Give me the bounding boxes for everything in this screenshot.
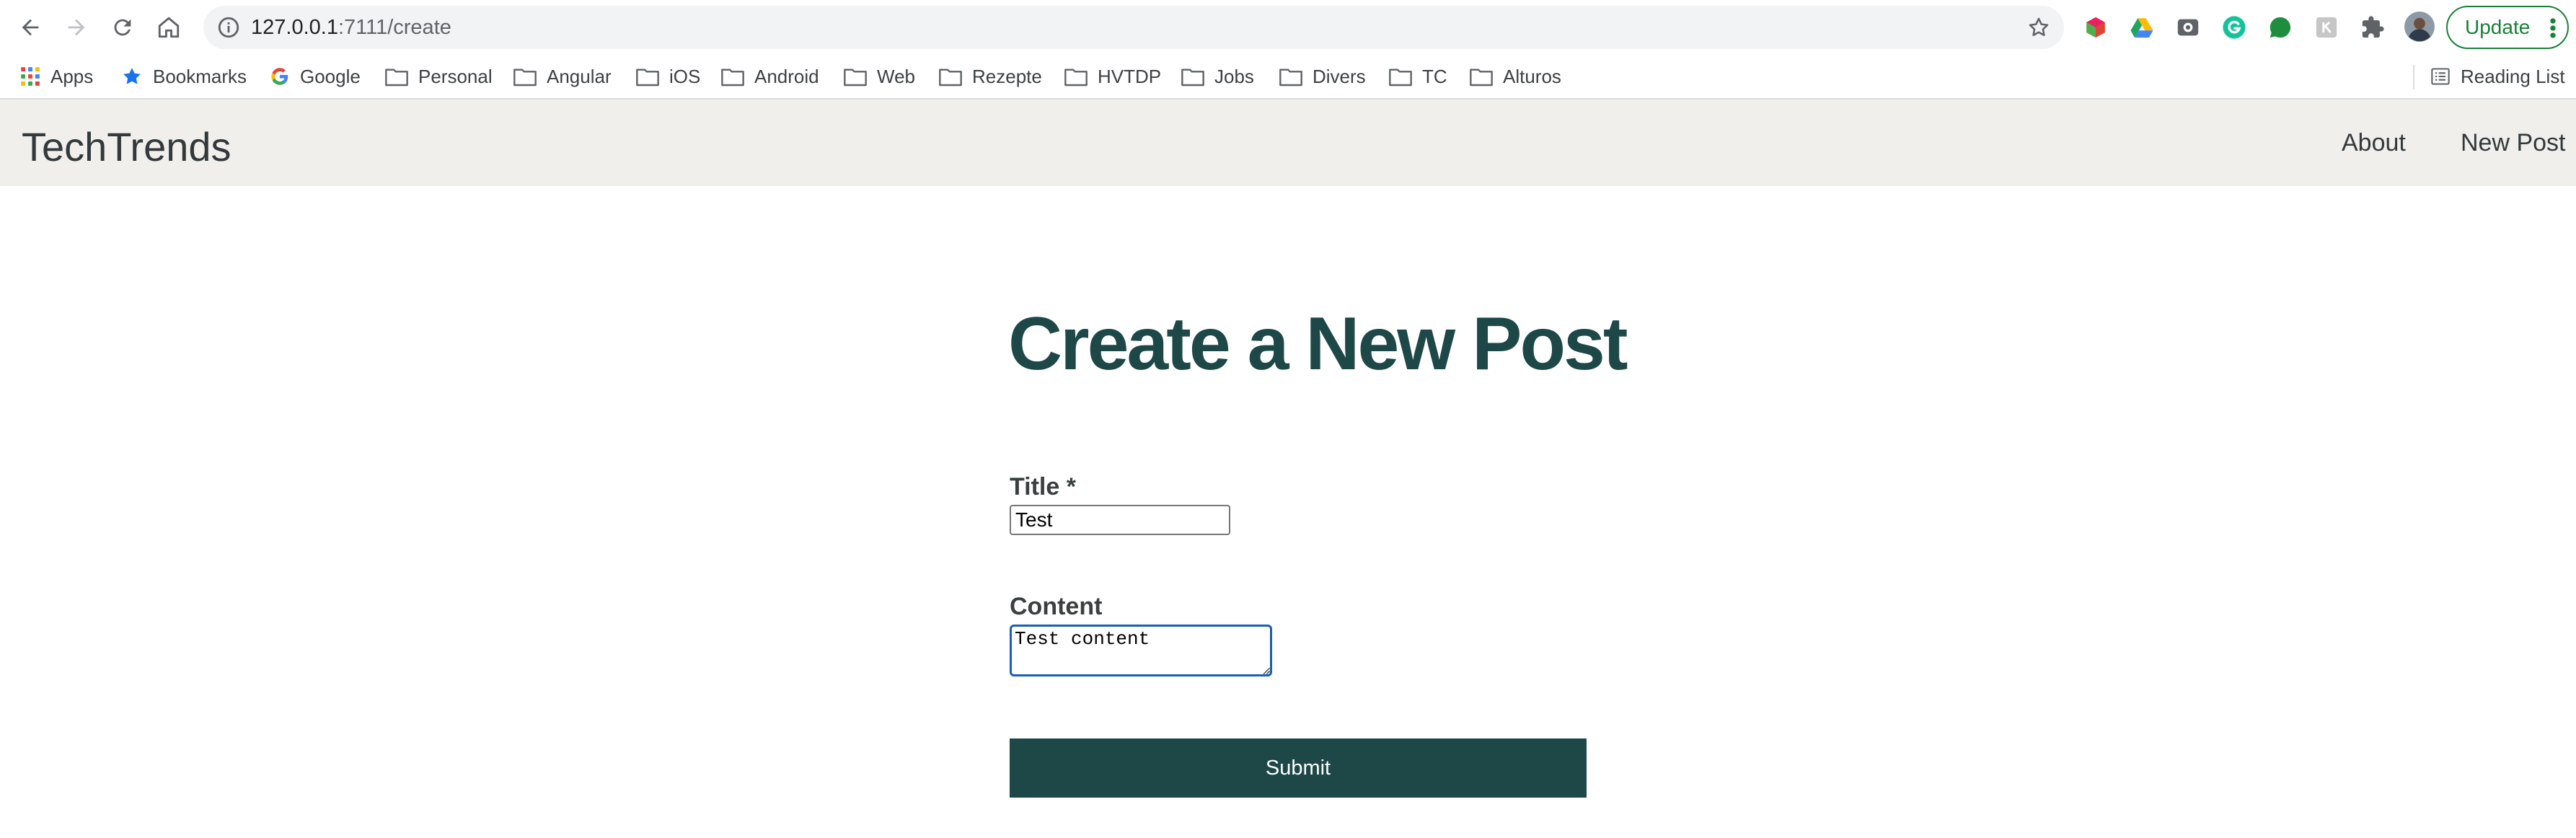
extensions-puzzle-icon[interactable] xyxy=(2360,14,2386,40)
folder-icon xyxy=(513,69,537,87)
bookmark-folder-personal[interactable]: Personal xyxy=(385,62,493,91)
info-icon[interactable] xyxy=(216,15,241,40)
address-url[interactable]: 127.0.0.1:7111/create xyxy=(251,6,451,49)
bookmark-label: Google xyxy=(300,65,361,87)
folder-icon xyxy=(1181,69,1204,87)
folder-icon xyxy=(721,69,744,87)
address-bar[interactable]: 127.0.0.1:7111/create xyxy=(203,6,2064,49)
home-icon xyxy=(158,17,180,38)
arrow-left-icon xyxy=(22,19,39,36)
google-icon xyxy=(271,68,288,85)
url-path: :7111/create xyxy=(338,16,451,39)
arrow-right-icon xyxy=(68,19,85,36)
bookmark-folder-web[interactable]: Web xyxy=(844,62,915,91)
bookmark-folder-hvtdp[interactable]: HVTDP xyxy=(1064,62,1161,91)
folder-icon xyxy=(1470,69,1493,87)
bookmark-star-icon[interactable] xyxy=(2026,15,2051,40)
browser-toolbar: 127.0.0.1:7111/create Update xyxy=(0,0,2576,55)
more-vertical-icon xyxy=(2550,18,2556,38)
apps-grid-icon xyxy=(21,67,40,86)
bookmark-bookmarks[interactable]: Bookmarks xyxy=(121,62,247,91)
content-textarea[interactable]: Test content xyxy=(1010,625,1272,676)
screen-capture-extension-icon[interactable] xyxy=(2175,14,2201,40)
bookmark-label: Alturos xyxy=(1503,65,1561,87)
resize-handle-icon[interactable] xyxy=(1261,665,1271,675)
bookmark-folder-tc[interactable]: TC xyxy=(1389,62,1447,91)
content-label: Content xyxy=(1010,593,1103,620)
bookmark-folder-alturos[interactable]: Alturos xyxy=(1470,62,1561,91)
google-drive-icon[interactable] xyxy=(2129,14,2155,40)
bookmark-label: Android xyxy=(754,65,819,87)
extension-cube-icon[interactable] xyxy=(2083,14,2109,40)
bookmark-label: Jobs xyxy=(1214,65,1254,87)
folder-icon xyxy=(844,69,867,87)
bookmark-folder-rezepte[interactable]: Rezepte xyxy=(939,62,1042,91)
back-button[interactable] xyxy=(13,10,48,45)
bookmark-label: Apps xyxy=(50,65,94,87)
bookmark-label: Personal xyxy=(418,65,493,87)
folder-icon xyxy=(939,69,962,87)
reading-list-button[interactable]: Reading List xyxy=(2430,62,2565,91)
reload-button[interactable] xyxy=(105,10,140,45)
reload-icon xyxy=(114,19,131,36)
bookmark-label: TC xyxy=(1422,65,1447,87)
home-button[interactable] xyxy=(151,10,186,45)
bookmark-folder-jobs[interactable]: Jobs xyxy=(1181,62,1254,91)
update-button[interactable]: Update xyxy=(2446,6,2569,49)
bookmark-apps[interactable]: Apps xyxy=(20,62,93,91)
url-host: 127.0.0.1 xyxy=(251,16,338,39)
bookmark-label: Divers xyxy=(1313,65,1366,87)
bookmark-label: Web xyxy=(877,65,915,87)
bookmark-label: Angular xyxy=(547,65,612,87)
bookmark-label: Bookmarks xyxy=(153,65,247,87)
site-navbar: TechTrends About New Post xyxy=(0,100,2576,186)
nav-about-link[interactable]: About xyxy=(2342,100,2406,186)
bookmark-folder-ios[interactable]: iOS xyxy=(636,62,700,91)
bookmark-label: Rezepte xyxy=(972,65,1042,87)
bookmark-folder-android[interactable]: Android xyxy=(721,62,819,91)
update-button-label: Update xyxy=(2465,16,2531,38)
bookmarks-divider xyxy=(2413,65,2414,89)
bookmark-folder-angular[interactable]: Angular xyxy=(513,62,612,91)
bookmarks-bar: Apps Bookmarks Google Personal Angular i… xyxy=(0,55,2576,100)
title-input[interactable] xyxy=(1010,505,1230,535)
submit-button[interactable]: Submit xyxy=(1010,738,1587,798)
chat-bubble-extension-icon[interactable] xyxy=(2267,14,2293,40)
bookmark-folder-divers[interactable]: Divers xyxy=(1279,62,1366,91)
folder-icon xyxy=(1279,69,1302,87)
title-label: Title * xyxy=(1010,473,1076,500)
forward-button[interactable] xyxy=(59,10,94,45)
folder-icon xyxy=(1389,69,1412,87)
bookmark-label: HVTDP xyxy=(1098,65,1162,87)
grammarly-icon[interactable] xyxy=(2221,14,2247,40)
folder-icon xyxy=(385,69,408,87)
reading-list-icon xyxy=(2431,68,2450,85)
nav-new-post-link[interactable]: New Post xyxy=(2461,100,2566,186)
reading-list-label: Reading List xyxy=(2461,65,2565,87)
star-icon xyxy=(123,68,141,84)
folder-icon xyxy=(1064,69,1088,87)
extension-placeholder-icon[interactable] xyxy=(2313,14,2339,40)
bookmark-google[interactable]: Google xyxy=(270,62,361,91)
page-title: Create a New Post xyxy=(1008,302,1628,386)
bookmark-label: iOS xyxy=(669,65,701,87)
folder-icon xyxy=(636,69,659,87)
profile-avatar[interactable] xyxy=(2404,12,2435,42)
site-brand-link[interactable]: TechTrends xyxy=(22,100,231,186)
